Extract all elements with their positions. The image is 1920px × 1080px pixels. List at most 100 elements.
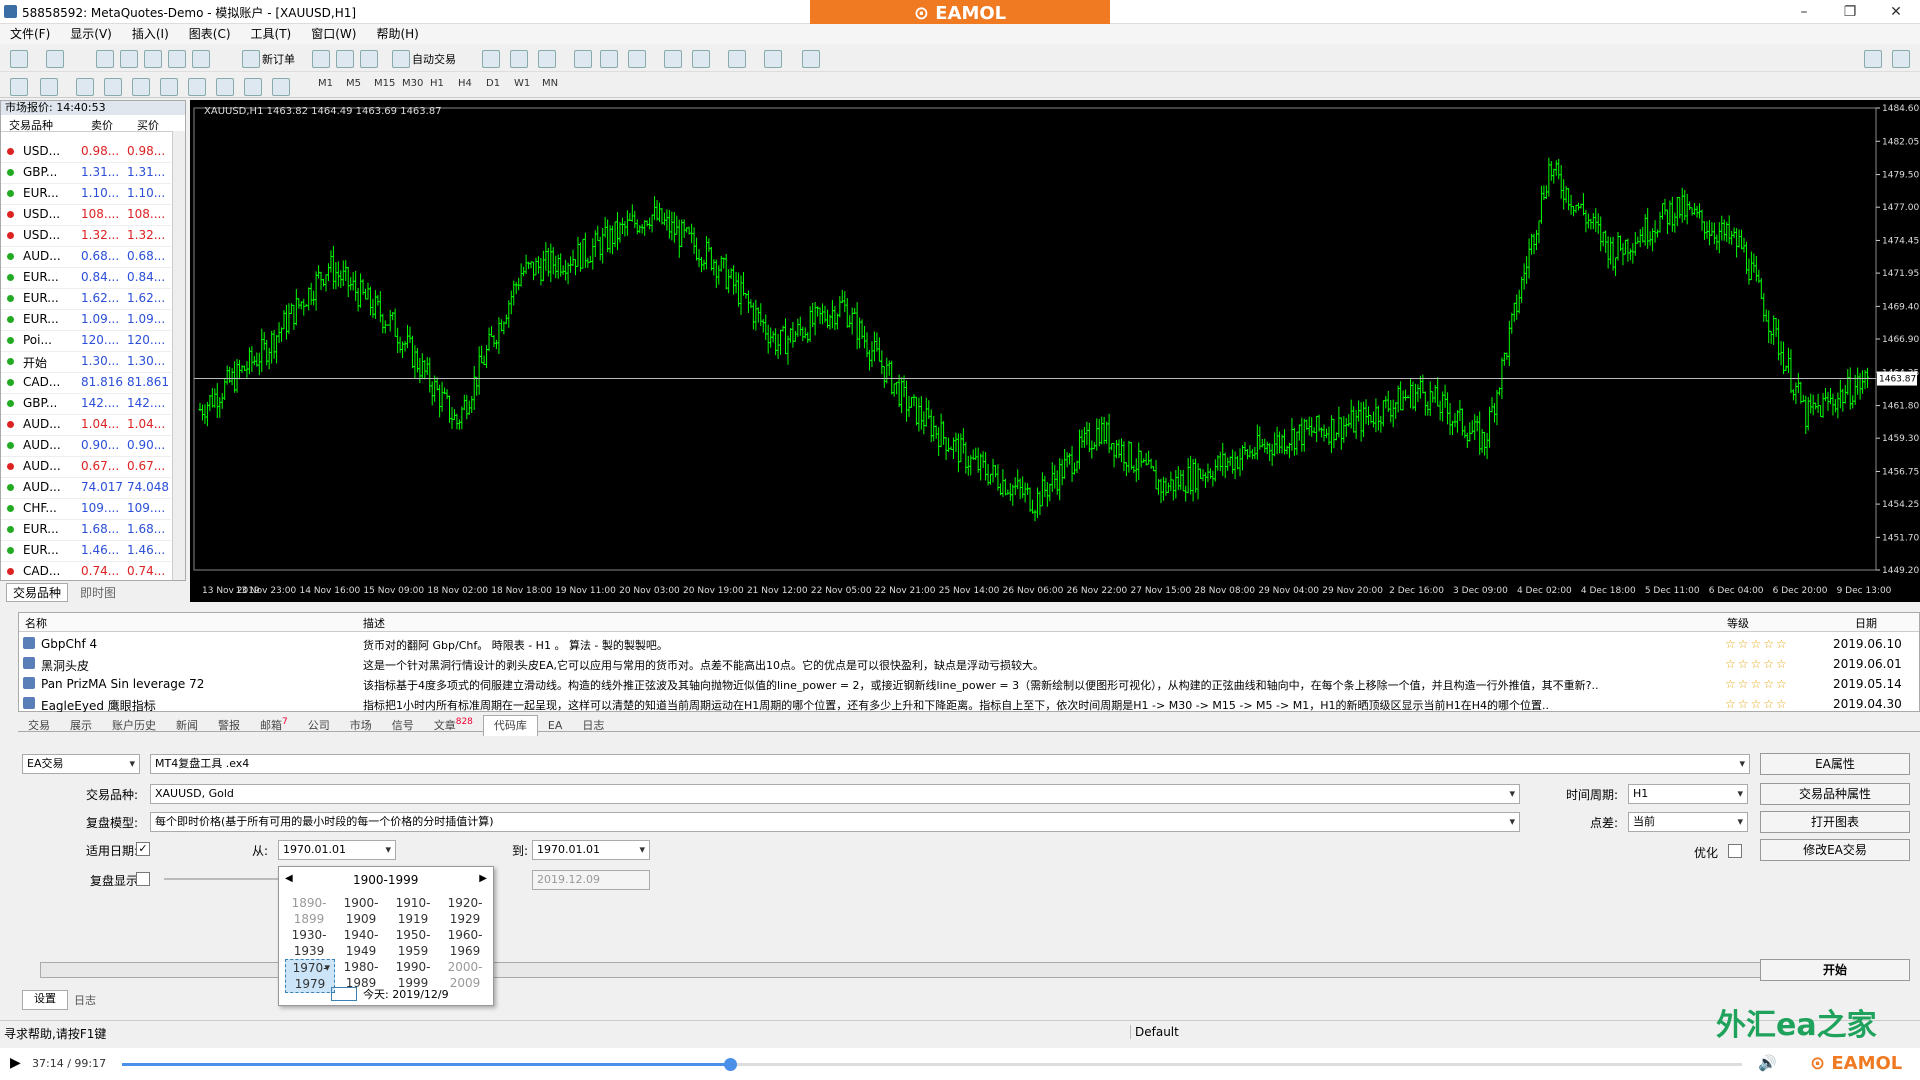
auto-trading-button[interactable]: 自动交易 — [412, 51, 456, 67]
trendline-icon[interactable] — [132, 78, 150, 96]
decade-cell[interactable]: 1960- 1969 — [441, 927, 489, 959]
market-icon[interactable] — [360, 50, 378, 68]
col-symbol[interactable]: 交易品种 — [9, 117, 53, 133]
minimize-button[interactable]: – — [1784, 2, 1824, 22]
menu-item-4[interactable]: 工具(T) — [241, 24, 302, 44]
auto-scroll-icon[interactable] — [692, 50, 710, 68]
terminal-tab-10[interactable]: 代码库 — [482, 714, 538, 736]
ea-type-select[interactable]: EA交易 — [22, 754, 140, 774]
close-button[interactable]: ✕ — [1876, 2, 1916, 22]
decade-cell[interactable]: 1940- 1949 — [337, 927, 385, 959]
terminal-tab-1[interactable]: 展示 — [60, 716, 102, 736]
menu-item-6[interactable]: 帮助(H) — [366, 24, 428, 44]
terminal-tab-7[interactable]: 市场 — [340, 716, 382, 736]
text-icon[interactable] — [216, 78, 234, 96]
menu-item-3[interactable]: 图表(C) — [179, 24, 241, 44]
price-chart[interactable]: XAUUSD,H1 1463.82 1464.49 1463.69 1463.8… — [190, 100, 1920, 602]
col-ask[interactable]: 买价 — [137, 117, 159, 133]
timeframe-h4[interactable]: H4 — [458, 78, 472, 89]
tab-ticks[interactable]: 即时图 — [80, 584, 116, 601]
tab-settings[interactable]: 设置 — [22, 990, 68, 1010]
timeframe-d1[interactable]: D1 — [486, 78, 500, 89]
menu-item-5[interactable]: 窗口(W) — [301, 24, 366, 44]
terminal-icon[interactable] — [168, 50, 186, 68]
terminal-tab-12[interactable]: 日志 — [572, 716, 614, 736]
symbol-properties-button[interactable]: 交易品种属性 — [1760, 783, 1910, 805]
prev-arrow-icon[interactable]: ◀ — [285, 873, 293, 884]
market-watch-row[interactable]: EUR... 0.84... 0.84... — [1, 267, 171, 289]
symbol-select[interactable]: XAUUSD, Gold — [150, 784, 1520, 804]
market-watch-icon[interactable] — [96, 50, 114, 68]
menu-item-2[interactable]: 插入(I) — [122, 24, 179, 44]
visual-speed-slider[interactable] — [164, 878, 284, 880]
ea-properties-button[interactable]: EA属性 — [1760, 753, 1910, 775]
market-watch-row[interactable]: USD... 1.32... 1.32... — [1, 225, 171, 247]
codebase-row[interactable]: 黑洞头皮 这是一个针对黑洞行情设计的剥头皮EA,它可以应用与常用的货币对。点差不能… — [19, 653, 1919, 675]
period-select[interactable]: H1 — [1628, 784, 1748, 804]
terminal-tab-11[interactable]: EA — [538, 716, 572, 736]
auto-trading-icon[interactable] — [392, 50, 410, 68]
market-watch-row[interactable]: GBP... 1.31... 1.31... — [1, 162, 171, 184]
new-chart-icon[interactable] — [10, 50, 28, 68]
col-name[interactable]: 名称 — [25, 615, 47, 631]
market-watch-row[interactable]: EUR... 1.68... 1.68... — [1, 519, 171, 541]
decade-cell[interactable]: 1900- 1909 — [337, 895, 385, 927]
player-track[interactable] — [122, 1058, 1742, 1071]
horizontal-line-icon[interactable] — [104, 78, 122, 96]
market-watch-row[interactable]: Poi... 120.... 120.... — [1, 330, 171, 352]
navigator-icon[interactable] — [144, 50, 162, 68]
today-link[interactable]: 今天: 2019/12/9 — [363, 986, 449, 1002]
decade-cell[interactable]: 1950- 1959 — [389, 927, 437, 959]
decade-cell[interactable]: 1930- 1939 — [285, 927, 333, 959]
play-icon[interactable]: ▶ — [10, 1055, 21, 1071]
market-watch-row[interactable]: 开始 1.30... 1.30... — [1, 351, 171, 373]
chat-icon[interactable] — [1892, 50, 1910, 68]
market-watch-row[interactable]: CHF... 109.... 109.... — [1, 498, 171, 520]
decade-cell[interactable]: 1890- 1899 — [285, 895, 333, 927]
from-date-picker[interactable]: 1970.01.01 — [278, 840, 396, 860]
terminal-tab-8[interactable]: 信号 — [382, 716, 424, 736]
terminal-tab-6[interactable]: 公司 — [298, 716, 340, 736]
timeframe-m30[interactable]: M30 — [402, 78, 423, 89]
maximize-button[interactable]: ❐ — [1830, 2, 1870, 22]
to-date-picker[interactable]: 1970.01.01 — [532, 840, 650, 860]
modify-ea-button[interactable]: 修改EA交易 — [1760, 839, 1910, 861]
tile-windows-icon[interactable] — [628, 50, 646, 68]
crosshair-icon[interactable] — [40, 78, 58, 96]
codebase-row[interactable]: GbpChf 4 货币对的翻阿 Gbp/Chf。 時限表 - H1 。 算法 - … — [19, 633, 1919, 655]
next-arrow-icon[interactable]: ▶ — [479, 873, 487, 884]
terminal-tab-3[interactable]: 新闻 — [166, 716, 208, 736]
start-button[interactable]: 开始 — [1760, 959, 1910, 981]
decade-cell[interactable]: 1970- 1979 — [285, 959, 335, 993]
cursor-icon[interactable] — [10, 78, 28, 96]
terminal-tab-0[interactable]: 交易 — [18, 716, 60, 736]
candle-chart-icon[interactable] — [510, 50, 528, 68]
use-date-checkbox[interactable]: ✓ — [136, 842, 150, 856]
tester-icon[interactable] — [192, 50, 210, 68]
terminal-tab-2[interactable]: 账户历史 — [102, 716, 166, 736]
data-window-icon[interactable] — [120, 50, 138, 68]
zoom-out-icon[interactable] — [600, 50, 618, 68]
zoom-in-icon[interactable] — [574, 50, 592, 68]
timeframe-m15[interactable]: M15 — [374, 78, 395, 89]
decade-cell[interactable]: 1910- 1919 — [389, 895, 437, 927]
market-watch-row[interactable]: AUD... 0.90... 0.90... — [1, 435, 171, 457]
market-watch-scrollbar[interactable] — [172, 131, 185, 583]
channel-icon[interactable] — [160, 78, 178, 96]
bar-chart-icon[interactable] — [482, 50, 500, 68]
market-watch-row[interactable]: AUD... 74.017 74.048 — [1, 477, 171, 499]
col-date[interactable]: 日期 — [1855, 615, 1877, 631]
periods-icon[interactable] — [764, 50, 782, 68]
market-watch-row[interactable]: USD... 0.98... 0.98... — [1, 141, 171, 163]
menu-item-1[interactable]: 显示(V) — [60, 24, 122, 44]
ea-file-select[interactable]: MT4复盘工具 .ex4 — [150, 754, 1750, 774]
visual-checkbox[interactable] — [136, 872, 150, 886]
profiles-icon[interactable] — [46, 50, 64, 68]
market-watch-row[interactable]: AUD... 1.04... 1.04... — [1, 414, 171, 436]
templates-icon[interactable] — [802, 50, 820, 68]
market-watch-row[interactable]: USD... 108.... 108.... — [1, 204, 171, 226]
tab-journal[interactable]: 日志 — [74, 992, 96, 1008]
signals-icon[interactable] — [336, 50, 354, 68]
visual-time-field[interactable]: 2019.12.09 — [532, 870, 650, 890]
menu-item-0[interactable]: 文件(F) — [0, 24, 60, 44]
